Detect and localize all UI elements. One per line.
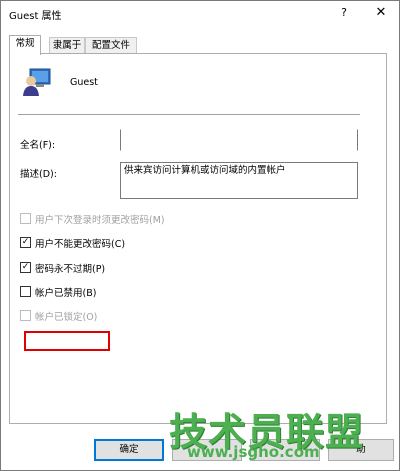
description-label: 描述(D):	[20, 169, 57, 180]
checkbox[interactable]	[20, 286, 31, 297]
checkbox[interactable]	[20, 310, 31, 321]
title-bar: Guest 属性 ? ✕	[1, 1, 399, 27]
general-tab-panel: Guest 全名(F): 描述(D): 供来宾访问计算机或访问域的内置帐户 用户…	[9, 53, 387, 424]
separator	[18, 114, 360, 115]
help-button[interactable]: ?	[335, 4, 353, 22]
description-field[interactable]: 供来宾访问计算机或访问域的内置帐户	[120, 162, 358, 199]
checkbox-label: 帐户已锁定(O)	[35, 312, 98, 323]
tab-member-of[interactable]: 隶属于	[49, 37, 85, 54]
checkbox-label: 用户下次登录时须更改密码(M)	[35, 215, 165, 226]
checkbox-label: 用户不能更改密码(C)	[35, 239, 126, 250]
close-button[interactable]: ✕	[370, 4, 392, 22]
user-account-icon	[23, 68, 51, 96]
username-label: Guest	[70, 77, 98, 88]
checkbox[interactable]: ✓	[20, 262, 31, 273]
checkbox-label: 帐户已禁用(B)	[35, 288, 97, 299]
fullname-label: 全名(F):	[20, 140, 56, 151]
watermark-url: www.jsgho.com	[187, 443, 320, 461]
tab-general[interactable]: 常规	[9, 35, 41, 55]
tab-profile[interactable]: 配置文件	[85, 37, 137, 54]
checkbox-label: 密码永不过期(P)	[35, 264, 106, 275]
checkbox[interactable]: ✓	[20, 237, 31, 248]
properties-dialog: Guest 属性 ? ✕ 常规 隶属于 配置文件 Guest 全名(F): 描述…	[0, 0, 400, 471]
ok-button[interactable]: 确定	[94, 439, 164, 461]
watermark: 技术员联盟 www.jsgho.com	[169, 401, 399, 470]
window-title: Guest 属性	[9, 11, 62, 22]
checkbox[interactable]	[20, 213, 31, 224]
highlight-box	[24, 331, 110, 351]
fullname-field[interactable]	[120, 129, 358, 151]
